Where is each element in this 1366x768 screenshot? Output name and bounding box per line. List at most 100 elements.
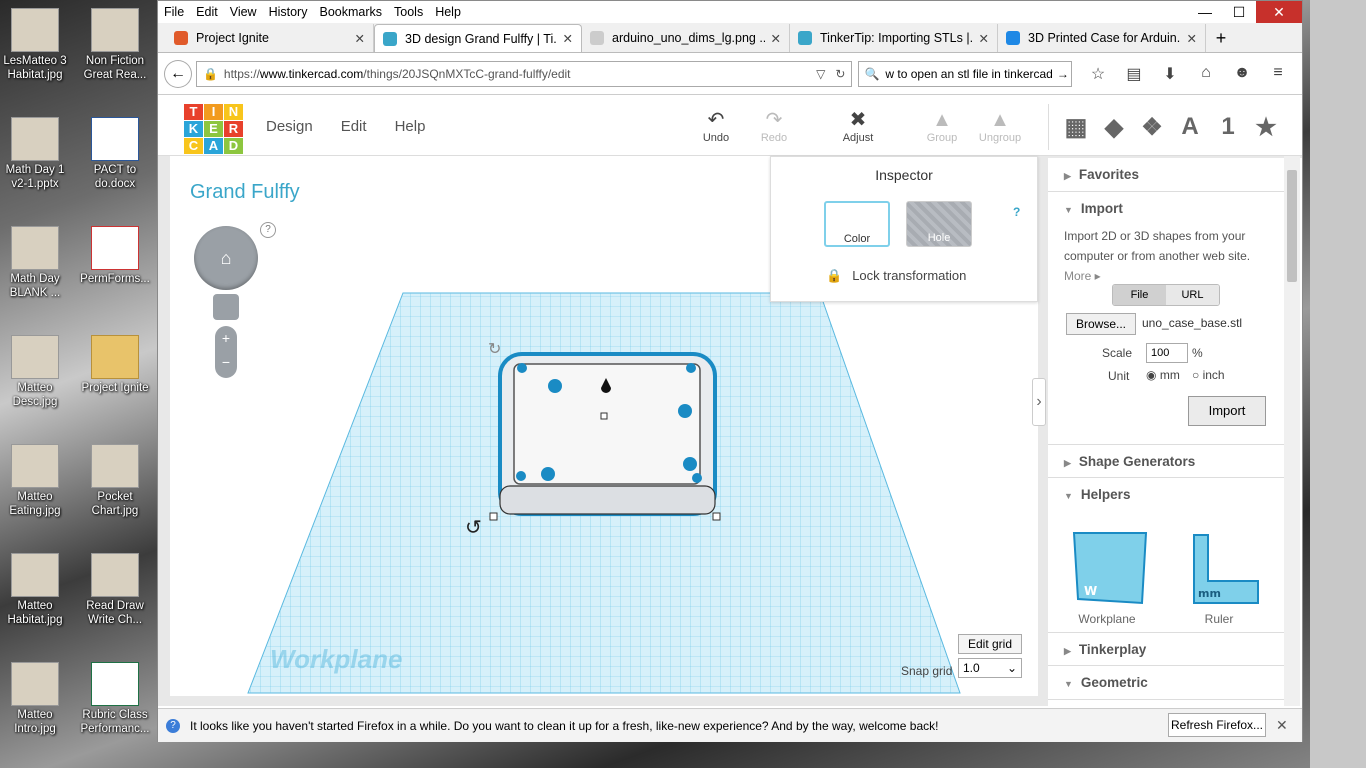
desktop-file-icon[interactable]: PermForms... <box>80 226 150 286</box>
undo-button[interactable]: ↶ Undo <box>686 108 746 144</box>
dropdown-icon[interactable]: ▽ <box>816 67 825 81</box>
edit-grid-button[interactable]: Edit grid <box>958 634 1022 654</box>
tab-close-icon[interactable]: ✕ <box>979 31 989 46</box>
refresh-firefox-button[interactable]: Refresh Firefox... <box>1168 713 1266 737</box>
menu-file[interactable]: File <box>164 5 184 19</box>
unit-inch-radio[interactable]: ○ inch <box>1192 368 1225 382</box>
menu-tools[interactable]: Tools <box>394 5 423 19</box>
tinkerplay-section[interactable]: ▶ Tinkerplay <box>1048 632 1284 666</box>
workplane-label: Workplane <box>270 644 403 674</box>
desktop-file-icon[interactable]: Matteo Eating.jpg <box>0 444 70 518</box>
favorites-section[interactable]: ▶ Favorites <box>1048 158 1284 192</box>
redo-button[interactable]: ↷ Redo <box>744 108 804 144</box>
desktop-file-icon[interactable]: Pocket Chart.jpg <box>80 444 150 518</box>
tinkercad-logo[interactable]: TIN KER CAD <box>184 104 243 154</box>
import-button[interactable]: Import <box>1188 396 1266 426</box>
desktop-file-icon[interactable]: Math Day BLANK ... <box>0 226 70 300</box>
desktop-file-icon[interactable]: Project Ignite <box>80 335 150 395</box>
color-swatch[interactable]: Color <box>824 201 890 247</box>
box-icon[interactable]: ◆ <box>1095 113 1133 142</box>
shape-generators-section[interactable]: ▶ Shape Generators <box>1048 444 1284 478</box>
import-section[interactable]: ▼ Import <box>1048 192 1284 226</box>
menu-help[interactable]: Help <box>435 5 461 19</box>
browser-tab[interactable]: Project Ignite ✕ <box>166 24 374 52</box>
helper-ruler[interactable]: mm Ruler <box>1174 523 1264 626</box>
image-favicon-icon <box>590 31 604 45</box>
logo-letter: C <box>184 138 203 154</box>
nav-design[interactable]: Design <box>266 118 313 135</box>
scale-input[interactable]: 100 <box>1146 343 1188 363</box>
menu-history[interactable]: History <box>269 5 308 19</box>
bookmark-star-icon[interactable]: ☆ <box>1080 64 1116 84</box>
new-tab-button[interactable]: + <box>1206 24 1236 52</box>
menu-edit[interactable]: Edit <box>196 5 218 19</box>
unit-mm-radio[interactable]: ◉ mm <box>1146 368 1180 382</box>
tab-file[interactable]: File <box>1113 285 1166 305</box>
hole-swatch[interactable]: Hole <box>906 201 972 247</box>
favorites-star-icon[interactable]: ★ <box>1247 113 1285 142</box>
close-window-button[interactable]: ✕ <box>1256 1 1302 23</box>
back-button[interactable]: ← <box>164 59 192 88</box>
desktop-file-icon[interactable]: Read Draw Write Ch... <box>80 553 150 627</box>
reading-list-icon[interactable]: ▤ <box>1116 64 1152 84</box>
number-tool-icon[interactable]: 1 <box>1209 113 1247 141</box>
maximize-button[interactable]: ☐ <box>1222 1 1256 23</box>
close-icon[interactable]: ✕ <box>1276 717 1288 734</box>
tab-close-icon[interactable]: ✕ <box>1187 31 1197 46</box>
browser-tab[interactable]: 3D Printed Case for Arduin... ✕ <box>998 24 1206 52</box>
tab-bar: Project Ignite ✕ 3D design Grand Fulffy | … <box>158 23 1302 53</box>
helpers-section[interactable]: ▼ Helpers <box>1048 478 1284 512</box>
grid-view-icon[interactable]: ▦ <box>1057 113 1095 142</box>
inspector-help-icon[interactable]: ? <box>1013 205 1020 219</box>
hello-icon[interactable]: ☻ <box>1224 64 1260 84</box>
desktop-file-icon[interactable]: Math Day 1 v2-1.pptx <box>0 117 70 191</box>
nav-edit[interactable]: Edit <box>341 118 367 135</box>
helper-workplane[interactable]: W Workplane <box>1062 523 1152 626</box>
desktop-file-label: Matteo Eating.jpg <box>9 491 61 517</box>
snap-grid-select[interactable]: 1.0 ⌄ <box>958 658 1022 678</box>
menu-bookmarks[interactable]: Bookmarks <box>319 5 382 19</box>
menu-view[interactable]: View <box>230 5 257 19</box>
tab-close-icon[interactable]: ✕ <box>355 31 365 46</box>
geometric-section[interactable]: ▼ Geometric <box>1048 666 1284 700</box>
desktop-file-icon[interactable]: PACT to do.docx <box>80 117 150 191</box>
desktop-file-icon[interactable]: Matteo Habitat.jpg <box>0 553 70 627</box>
import-label: Import <box>1080 201 1123 216</box>
minimize-button[interactable]: — <box>1188 1 1222 23</box>
inspector-panel: Inspector Color Hole ? 🔒 Lock transformat… <box>770 156 1038 302</box>
panel-scrollbar[interactable] <box>1284 156 1300 706</box>
tab-close-icon[interactable]: ✕ <box>771 31 781 46</box>
desktop-file-label: Math Day BLANK ... <box>9 273 61 299</box>
scrollbar-thumb[interactable] <box>1287 170 1297 282</box>
desktop-file-icon[interactable]: Non Fiction Great Rea... <box>80 8 150 82</box>
browser-tab[interactable]: TinkerTip: Importing STLs |... ✕ <box>790 24 998 52</box>
desktop-file-icon[interactable]: Rubric Class Performanc... <box>80 662 150 736</box>
desktop-file-icon[interactable]: LesMatteo 3 Habitat.jpg <box>0 8 70 82</box>
browser-tab[interactable]: 3D design Grand Fulffy | Ti... ✕ <box>374 24 582 52</box>
desktop-file-icon[interactable]: Matteo Intro.jpg <box>0 662 70 736</box>
search-input[interactable]: 🔍 w to open an stl file in tinkercad → <box>858 60 1072 87</box>
browser-tab[interactable]: arduino_uno_dims_lg.png ... ✕ <box>582 24 790 52</box>
downloads-icon[interactable]: ⬇ <box>1152 64 1188 84</box>
nav-help[interactable]: Help <box>395 118 426 135</box>
group-button[interactable]: ▲ Group <box>912 108 972 144</box>
tab-close-icon[interactable]: ✕ <box>563 31 573 46</box>
ungroup-button[interactable]: ▲ Ungroup <box>970 108 1030 144</box>
more-link[interactable]: More <box>1064 269 1091 283</box>
shapes-icon[interactable]: ❖ <box>1133 113 1171 142</box>
reload-icon[interactable]: ↻ <box>835 67 845 81</box>
search-go-icon[interactable]: → <box>1057 67 1069 81</box>
tab-url[interactable]: URL <box>1166 285 1219 305</box>
browse-button[interactable]: Browse... <box>1066 313 1136 335</box>
adjust-button[interactable]: ✖ Adjust <box>828 108 888 144</box>
desktop-file-icon[interactable]: Matteo Desc.jpg <box>0 335 70 409</box>
panel-toggle-chevron-icon[interactable]: › <box>1032 378 1046 426</box>
home-icon[interactable]: ⌂ <box>1188 64 1224 84</box>
hamburger-menu-icon[interactable]: ≡ <box>1260 64 1296 84</box>
url-bar[interactable]: 🔒 https://www.tinkercad.com/things/20JSQ… <box>195 60 853 87</box>
text-tool-icon[interactable]: A <box>1171 113 1209 141</box>
lock-transformation-toggle[interactable]: 🔒 Lock transformation <box>826 268 966 284</box>
url-host: www.tinkercad.com <box>259 66 364 81</box>
inspector-title: Inspector <box>875 167 933 183</box>
svg-text:mm: mm <box>1198 587 1221 600</box>
